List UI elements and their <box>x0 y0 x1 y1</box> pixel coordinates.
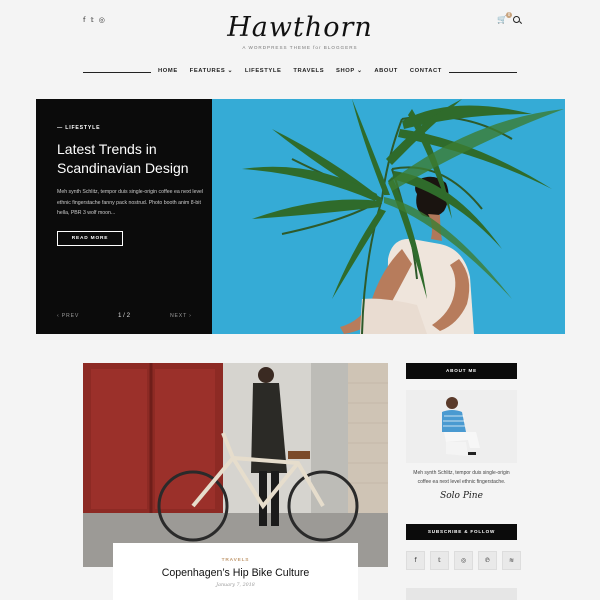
facebook-icon[interactable]: f <box>406 551 425 570</box>
twitter-icon[interactable]: 𝕥 <box>430 551 449 570</box>
site-logo[interactable]: Hawthorn A WORDPRESS THEME for BLOGGERS <box>200 12 400 50</box>
about-text: Meh synth Schlitz, tempor duis single-or… <box>413 470 510 485</box>
nav-item-contact[interactable]: CONTACT <box>410 68 442 74</box>
instagram-icon[interactable]: ◎ <box>99 16 105 25</box>
cart-icon[interactable]: 🛒 0 <box>497 12 512 24</box>
about-photo <box>406 390 517 463</box>
post-featured-image[interactable] <box>83 363 388 567</box>
hero-image[interactable] <box>212 99 565 334</box>
hero-excerpt: Meh synth Schlitz, tempor duis single-or… <box>57 189 204 216</box>
post-category[interactable]: TRAVELS <box>113 558 358 563</box>
slider-next-button[interactable]: NEXT › <box>170 313 192 319</box>
search-icon[interactable] <box>512 16 520 23</box>
header-tools: 🛒 0 <box>497 12 520 24</box>
nav-item-features[interactable]: FEATURES ⌄ <box>190 68 233 74</box>
post-title[interactable]: Copenhagen’s Hip Bike Culture <box>113 567 358 579</box>
read-more-button[interactable]: READ MORE <box>57 231 123 246</box>
post-date: January 7, 2018 <box>216 583 255 588</box>
nav-divider-left <box>83 72 151 73</box>
about-illustration <box>406 390 517 463</box>
nav-item-home[interactable]: HOME <box>158 68 178 74</box>
sidebar-next-widget <box>406 588 517 600</box>
nav-item-shop[interactable]: SHOP ⌄ <box>336 68 362 74</box>
nav-divider-right <box>449 72 517 73</box>
pinterest-icon[interactable]: ℗ <box>478 551 497 570</box>
instagram-icon[interactable]: ◎ <box>454 551 473 570</box>
post-card: TRAVELS Copenhagen’s Hip Bike Culture Ja… <box>113 543 358 600</box>
hero-category[interactable]: — LIFESTYLE <box>57 125 100 131</box>
facebook-icon[interactable]: f <box>83 16 85 25</box>
social-links: f 𝕥 ◎ <box>83 16 105 25</box>
about-widget-title: ABOUT ME <box>406 363 517 379</box>
slider-counter: 1 / 2 <box>118 312 131 319</box>
nav-item-lifestyle[interactable]: LIFESTYLE <box>245 68 282 74</box>
nav-item-about[interactable]: ABOUT <box>374 68 398 74</box>
hero-slide-panel: — LIFESTYLE Latest Trends in Scandinavia… <box>36 99 212 334</box>
woman-with-palm-illustration <box>212 99 565 334</box>
follow-widget-title: SUBSCRIBE & FOLLOW <box>406 524 517 540</box>
rss-icon[interactable]: ≋ <box>502 551 521 570</box>
cart-count-badge: 0 <box>505 12 512 18</box>
main-nav: HOME FEATURES ⌄ LIFESTYLE TRAVELS SHOP ⌄… <box>158 68 442 74</box>
bike-street-illustration <box>83 363 388 567</box>
logo-wordmark: Hawthorn <box>227 12 373 43</box>
slider-prev-button[interactable]: ‹ PREV <box>57 313 79 319</box>
hero-title[interactable]: Latest Trends in Scandinavian Design <box>57 140 207 178</box>
logo-tagline: A WORDPRESS THEME for BLOGGERS <box>242 45 358 50</box>
nav-item-travels[interactable]: TRAVELS <box>293 68 324 74</box>
signature: Solo Pine <box>440 491 483 501</box>
follow-icons: f 𝕥 ◎ ℗ ≋ <box>406 551 521 570</box>
twitter-icon[interactable]: 𝕥 <box>90 16 93 25</box>
